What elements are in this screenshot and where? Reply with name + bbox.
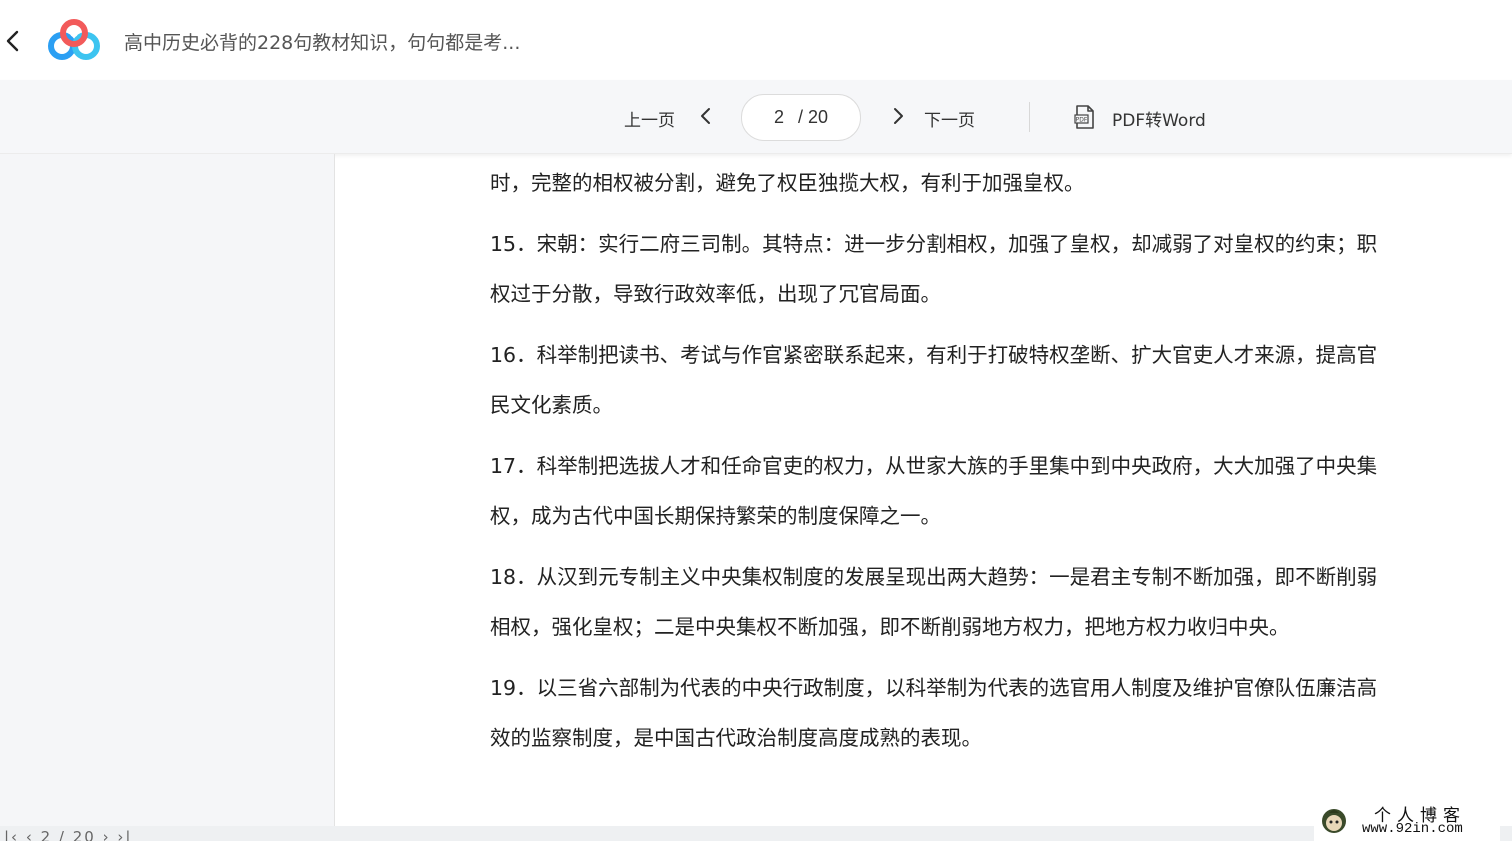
toolbar-divider (1029, 102, 1030, 132)
next-page-button[interactable]: 下一页 (924, 106, 975, 131)
paragraph: 19．以三省六部制为代表的中央行政制度，以科举制为代表的选官用人制度及维护官僚队… (490, 675, 1378, 751)
prev-page-button[interactable]: 上一页 (624, 106, 675, 131)
paragraph: 15．宋朝：实行二府三司制。其特点：进一步分割相权，加强了皇权，却减弱了对皇权的… (490, 231, 1378, 307)
baidu-netdisk-logo-icon (46, 18, 104, 62)
back-icon[interactable] (0, 24, 28, 58)
avatar-icon (1320, 805, 1348, 835)
bottom-pager-bar: |‹ ‹ 2 / 20 › ›| (0, 826, 1512, 841)
document-title: 高中历史必背的228句教材知识，句句都是考... (124, 32, 521, 54)
current-page[interactable]: 2 (774, 107, 784, 128)
total-pages: / 20 (797, 107, 829, 127)
bottom-pager-controls[interactable]: |‹ ‹ 2 / 20 › ›| (4, 828, 132, 841)
pdf-toolbar: 上一页 2 / 20 下一页 PDF PDF转Word (0, 80, 1512, 154)
chevron-right-icon[interactable] (888, 106, 908, 126)
watermark-url: www.92in.com (1362, 821, 1463, 837)
svg-text:PDF: PDF (1076, 117, 1088, 124)
top-header: 高中历史必背的228句教材知识，句句都是考... (0, 0, 1512, 80)
paragraph: 17．科举制把选拔人才和任命官吏的权力，从世家大族的手里集中到中央政府，大大加强… (490, 453, 1378, 529)
chevron-left-icon[interactable] (696, 106, 716, 126)
blog-watermark: 个人博客 www.92in.com (1314, 801, 1500, 841)
paragraph: 16．科举制把读书、考试与作官紧密联系起来，有利于打破特权垄断、扩大官吏人才来源… (490, 342, 1378, 418)
paragraph: 18．从汉到元专制主义中央集权制度的发展呈现出两大趋势：一是君主专制不断加强，即… (490, 564, 1378, 640)
page-number-input[interactable]: 2 / 20 (741, 94, 861, 141)
document-page-content: 时，完整的相权被分割，避免了权臣独揽大权，有利于加强皇权。 15．宋朝：实行二府… (490, 158, 1390, 764)
thumbnail-sidebar (0, 154, 335, 826)
pdf-convert-icon[interactable]: PDF (1074, 105, 1096, 129)
pdf-to-word-button[interactable]: PDF转Word (1112, 106, 1206, 131)
paragraph: 时，完整的相权被分割，避免了权臣独揽大权，有利于加强皇权。 (490, 171, 1085, 195)
